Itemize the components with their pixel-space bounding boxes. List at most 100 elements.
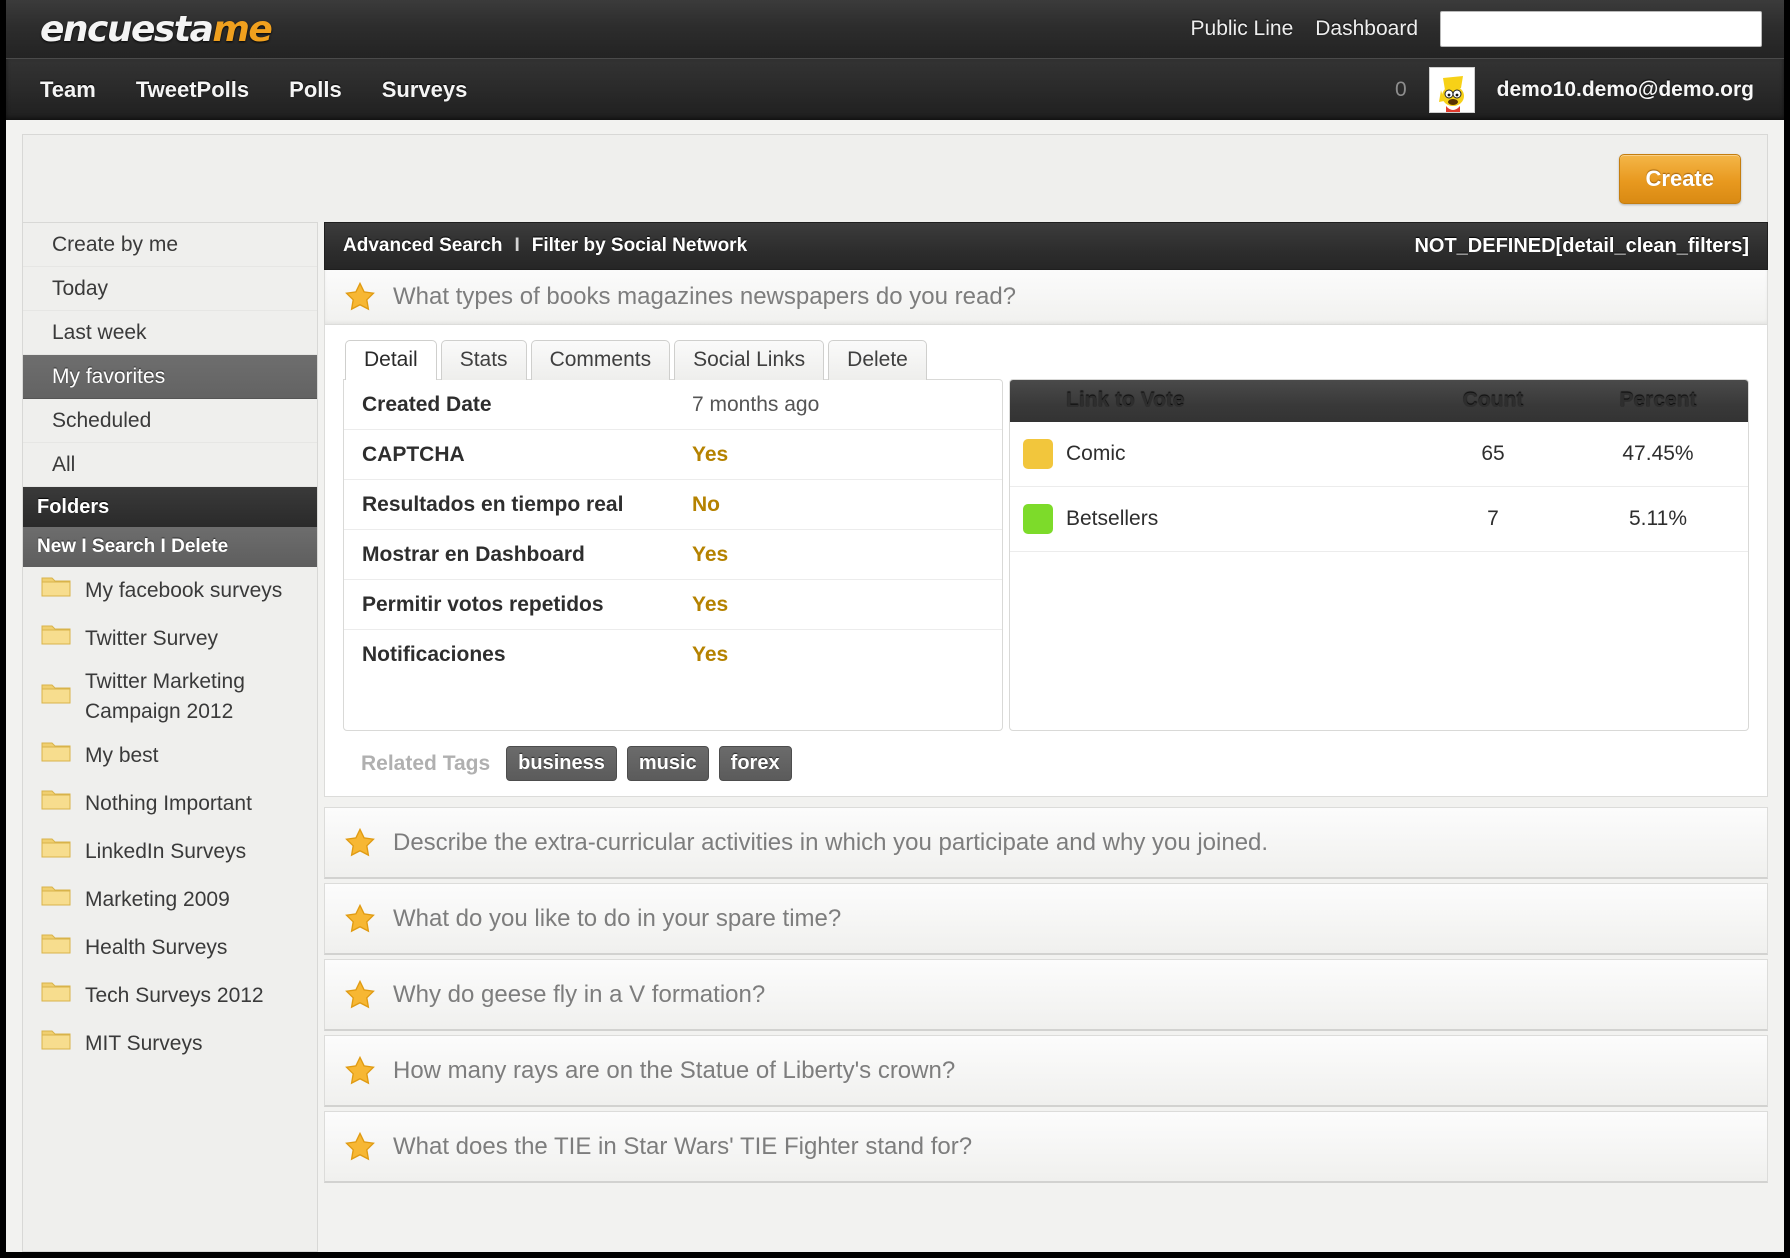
color-swatch: [1010, 439, 1066, 469]
detail-body: Created Date 7 months ago CAPTCHA Yes Result…: [343, 379, 1749, 731]
folder-label: Twitter Survey: [85, 626, 219, 650]
brand-logo[interactable]: encuestame: [40, 9, 273, 50]
sidebar-item-create-by-me[interactable]: Create by me: [23, 223, 317, 267]
detail-row-label: Mostrar en Dashboard: [362, 542, 585, 566]
color-swatch: [1010, 504, 1066, 534]
nav-item-tweetpolls[interactable]: TweetPolls: [136, 77, 249, 103]
table-row[interactable]: Betsellers 7 5.11%: [1010, 487, 1748, 552]
selected-question-header[interactable]: What types of books magazines newspapers…: [324, 270, 1768, 325]
sidebar-item-label: My favorites: [52, 364, 166, 388]
detail-row-value: Yes: [692, 592, 729, 616]
vote-percent: 47.45%: [1622, 442, 1694, 465]
star-icon[interactable]: [343, 903, 377, 935]
detail-row: Resultados en tiempo real No: [344, 480, 1002, 530]
detail-tabs: Detail Stats Comments Social Links Delete: [343, 339, 1749, 380]
sidebar-item-my-favorites[interactable]: My favorites: [23, 355, 317, 399]
percent-header: Percent: [1619, 389, 1697, 412]
related-tags-row: Related Tags business music forex: [324, 731, 1768, 797]
tab-stats[interactable]: Stats: [440, 340, 527, 380]
question-list-item[interactable]: Why do geese fly in a V formation?: [324, 959, 1768, 1031]
sidebar-item-last-week[interactable]: Last week: [23, 311, 317, 355]
tab-comments[interactable]: Comments: [530, 340, 671, 380]
main-nav-items: Team TweetPolls Polls Surveys: [40, 59, 467, 120]
detail-row: Created Date 7 months ago: [344, 380, 1002, 430]
detail-row: Mostrar en Dashboard Yes: [344, 530, 1002, 580]
filter-bar: Advanced Search I Filter by Social Netwo…: [324, 222, 1768, 270]
detail-row: Permitir votos repetidos Yes: [344, 580, 1002, 630]
detail-area: Detail Stats Comments Social Links Delete Cr…: [324, 325, 1768, 731]
vote-option-label: Betsellers: [1066, 507, 1159, 530]
folder-icon: [41, 1027, 71, 1060]
sidebar-folder-item[interactable]: Twitter Survey: [23, 615, 317, 663]
sidebar-folder-item[interactable]: Health Surveys: [23, 924, 317, 972]
avatar[interactable]: [1428, 66, 1475, 113]
sidebar-folder-item[interactable]: Nothing Important: [23, 780, 317, 828]
create-button[interactable]: Create: [1618, 153, 1741, 204]
folder-label: MIT Surveys: [85, 1031, 203, 1055]
star-icon[interactable]: [343, 1055, 377, 1087]
tab-delete[interactable]: Delete: [828, 340, 927, 380]
sidebar-item-today[interactable]: Today: [23, 267, 317, 311]
folder-icon: [41, 979, 71, 1012]
related-tag[interactable]: music: [626, 746, 709, 781]
star-icon[interactable]: [343, 827, 377, 859]
global-search-input[interactable]: [1440, 11, 1762, 47]
star-icon[interactable]: [343, 1131, 377, 1163]
folder-icon: [41, 622, 71, 655]
vote-option-label: Comic: [1066, 442, 1126, 465]
detail-row-value: Yes: [692, 643, 729, 666]
sidebar-item-label: Create by me: [52, 232, 179, 256]
sidebar-folder-item[interactable]: Twitter Marketing Campaign 2012: [23, 663, 317, 732]
related-tag[interactable]: business: [506, 746, 617, 781]
folder-list: My facebook surveys Twitter Survey Twitt…: [23, 567, 317, 1068]
page-toolbar: Create: [22, 134, 1768, 222]
sidebar-folder-item[interactable]: MIT Surveys: [23, 1020, 317, 1068]
tab-detail[interactable]: Detail: [345, 340, 437, 380]
sidebar-folder-item[interactable]: My facebook surveys: [23, 567, 317, 615]
question-text: How many rays are on the Statue of Liber…: [393, 1056, 956, 1084]
sidebar-folder-item[interactable]: Marketing 2009: [23, 876, 317, 924]
sidebar-item-all[interactable]: All: [23, 443, 317, 487]
detail-row-label: CAPTCHA: [362, 442, 465, 466]
advanced-search-link[interactable]: Advanced Search: [343, 235, 502, 257]
question-list: Describe the extra-curricular activities…: [324, 807, 1768, 1187]
sidebar-folder-item[interactable]: LinkedIn Surveys: [23, 828, 317, 876]
detail-properties-table: Created Date 7 months ago CAPTCHA Yes Result…: [343, 379, 1003, 731]
detail-row-label: Notificaciones: [362, 643, 506, 666]
vote-count: 7: [1487, 507, 1499, 530]
question-list-item[interactable]: How many rays are on the Statue of Liber…: [324, 1035, 1768, 1107]
nav-item-surveys[interactable]: Surveys: [382, 77, 468, 103]
sidebar-item-scheduled[interactable]: Scheduled: [23, 399, 317, 443]
notification-count: 0: [1394, 77, 1407, 101]
dashboard-link[interactable]: Dashboard: [1315, 17, 1418, 41]
folder-actions-bar[interactable]: New I Search I Delete: [23, 527, 317, 567]
folder-label: Health Surveys: [85, 935, 228, 959]
public-line-link[interactable]: Public Line: [1191, 17, 1294, 41]
detail-row-label: Permitir votos repetidos: [362, 592, 604, 616]
sidebar-folder-item[interactable]: Tech Surveys 2012: [23, 972, 317, 1020]
sidebar-item-label: All: [52, 452, 76, 476]
question-text: What does the TIE in Star Wars' TIE Figh…: [393, 1132, 973, 1160]
detail-row: CAPTCHA Yes: [344, 430, 1002, 480]
question-list-item[interactable]: What does the TIE in Star Wars' TIE Figh…: [324, 1111, 1768, 1183]
nav-item-team[interactable]: Team: [40, 77, 96, 103]
question-list-item[interactable]: Describe the extra-curricular activities…: [324, 807, 1768, 879]
sidebar-folder-item[interactable]: My best: [23, 732, 317, 780]
user-email[interactable]: demo10.demo@demo.org: [1497, 78, 1762, 102]
count-header: Count: [1462, 389, 1524, 412]
tab-social-links[interactable]: Social Links: [674, 340, 825, 380]
folder-icon: [41, 681, 71, 714]
folder-icon: [41, 835, 71, 868]
table-row[interactable]: Comic 65 47.45%: [1010, 422, 1748, 487]
link-to-vote-header: Link to Vote: [1066, 389, 1185, 412]
related-tag[interactable]: forex: [718, 746, 792, 781]
sidebar-item-label: Last week: [52, 320, 147, 344]
top-bar: encuestame Public Line Dashboard: [6, 0, 1784, 58]
star-icon[interactable]: [343, 979, 377, 1011]
panel-row: Create by me Today Last week My favorite…: [22, 222, 1768, 1252]
nav-item-polls[interactable]: Polls: [289, 77, 342, 103]
clean-filters-label[interactable]: NOT_DEFINED[detail_clean_filters]: [1414, 235, 1749, 258]
detail-row-label: Created Date: [362, 392, 492, 416]
filter-by-social-network-link[interactable]: Filter by Social Network: [532, 235, 747, 257]
question-list-item[interactable]: What do you like to do in your spare tim…: [324, 883, 1768, 955]
